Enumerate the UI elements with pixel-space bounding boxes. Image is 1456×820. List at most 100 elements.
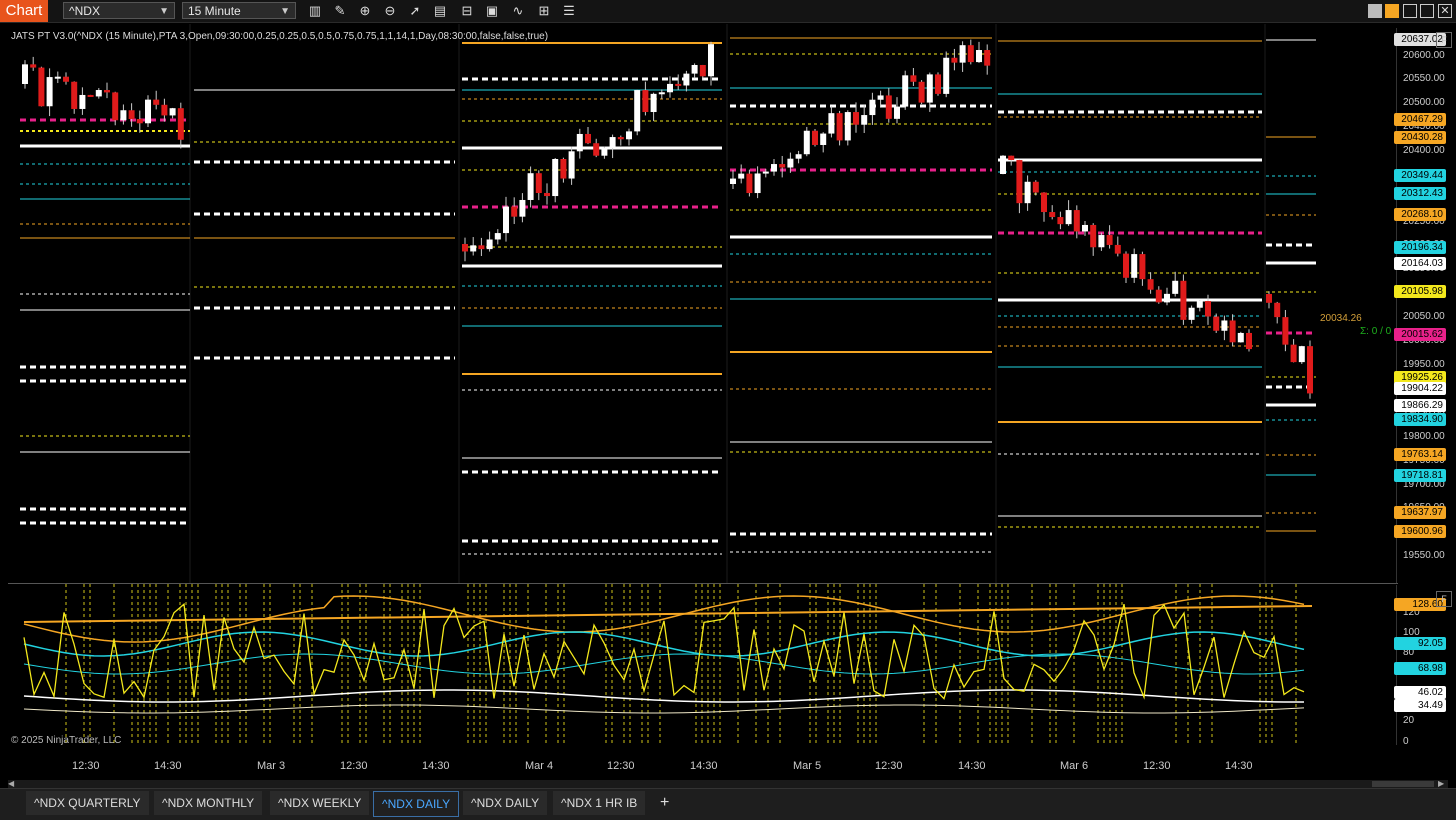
candle-down [967,45,974,63]
time-axis-label: Mar 3 [257,760,286,772]
candle-up [169,108,176,116]
indicator-panel[interactable] [0,584,1396,746]
layout-icon[interactable]: ⊟ [459,3,475,19]
bar-type-icon[interactable]: ▥ [307,3,323,19]
candle-up [894,106,900,119]
candle-down [885,95,892,119]
indicator-line [23,605,1313,623]
candle-up [1000,155,1006,174]
candle-up [79,94,86,109]
candle-up [1131,254,1138,278]
price-level-badge: 19718.81 [1394,469,1446,482]
candle-up [568,151,575,179]
candle-up [503,206,509,234]
link-color-icon[interactable] [1385,4,1399,18]
candle-down [1147,279,1154,290]
candle-down [560,159,567,179]
candle-down [585,133,591,144]
price-chart[interactable] [0,24,1396,584]
close-icon[interactable]: ✕ [1438,4,1452,18]
candle-up [877,95,884,100]
price-level-badge: 20312.43 [1394,187,1446,200]
candle-up [869,99,876,116]
price-axis[interactable] [1396,28,1456,583]
properties-icon[interactable]: ▤ [432,3,448,19]
gray-square-icon[interactable] [1368,4,1382,18]
price-tick-label: 19950.00 [1403,359,1445,370]
candle-down [1246,332,1252,350]
tab-ndx-1hr-ib[interactable]: ^NDX 1 HR IB [553,791,646,815]
pencil-icon[interactable]: ✎ [332,3,348,19]
candle-up [959,45,966,63]
candle-up [754,173,761,194]
candle-down [910,75,917,82]
tab-ndx-monthly[interactable]: ^NDX MONTHLY [154,791,263,815]
candle-down [1266,294,1272,303]
candle-down [511,206,518,217]
maximize-icon[interactable] [1420,4,1434,18]
candle-down [136,119,143,124]
candle-down [675,83,682,86]
candle-down [63,76,69,82]
add-tab-button[interactable]: + [652,791,677,815]
candle-up [771,164,777,172]
tab-ndx-quarterly[interactable]: ^NDX QUARTERLY [26,791,149,815]
candle-down [935,74,941,94]
price-level-badge: 20268.10 [1394,208,1446,221]
candle-down [112,92,119,121]
candle-up [828,113,835,134]
panel-f-button[interactable]: F [1436,591,1452,607]
scroll-left-icon[interactable]: ◀ [8,780,18,788]
candle-up [650,93,657,113]
candle-down [1307,346,1313,394]
panel-f-button[interactable]: F [1436,32,1452,48]
candle-down [1123,253,1129,278]
zoom-in-icon[interactable]: ⊕ [357,3,373,19]
time-axis-label: 12:30 [1143,760,1171,772]
time-axis-label: 14:30 [958,760,986,772]
scroll-thumb[interactable] [1372,781,1434,787]
price-level-badge: 19834.90 [1394,413,1446,426]
candle-down [1155,289,1162,303]
candle-down [853,112,859,125]
candle-down [535,173,542,194]
price-level-badge: 19866.29 [1394,399,1446,412]
instrument-selector[interactable]: ^NDX ▼ [63,2,175,19]
scroll-right-icon[interactable]: ▶ [1438,780,1448,788]
candle-down [593,143,600,156]
candle-down [642,90,649,113]
horizontal-scrollbar[interactable]: ◀ ▶ [8,780,1448,788]
candle-down [462,244,468,252]
chart-window-tab[interactable]: Chart [0,0,48,22]
candle-up [1024,181,1031,204]
zoom-out-icon[interactable]: ⊖ [382,3,398,19]
candle-up [1188,307,1195,320]
list-icon[interactable]: ☰ [561,3,577,19]
pointer-icon[interactable]: ➚ [407,3,423,19]
price-level-badge: 19904.22 [1394,382,1446,395]
candle-down [779,164,786,168]
indicator-value-badge: 34.49 [1394,699,1446,712]
candle-up [527,173,534,200]
candle-up [494,233,501,240]
indicator-icon[interactable]: ∿ [510,3,526,19]
tab-ndx-weekly[interactable]: ^NDX WEEKLY [270,791,370,815]
price-level-badge: 20105.98 [1394,285,1446,298]
time-axis-label: 12:30 [607,760,635,772]
minimize-icon[interactable] [1403,4,1417,18]
tab-ndx-daily[interactable]: ^NDX DAILY [463,791,548,815]
chevron-down-icon: ▼ [159,6,169,17]
tab-ndx-daily-active[interactable]: ^NDX DAILY [373,791,460,817]
candle-up [943,57,950,94]
candle-down [544,193,550,197]
interval-selector[interactable]: 15 Minute ▼ [182,2,296,19]
candle-down [1032,181,1039,193]
candle-down [812,130,818,145]
candle-up [576,133,583,152]
candle-down [1139,254,1146,280]
template-icon[interactable]: ▣ [484,3,500,19]
candle-up [1237,332,1244,343]
strategy-icon[interactable]: ⊞ [536,3,552,19]
price-tick-label: 19550.00 [1403,550,1445,561]
candle-up [1164,293,1170,303]
